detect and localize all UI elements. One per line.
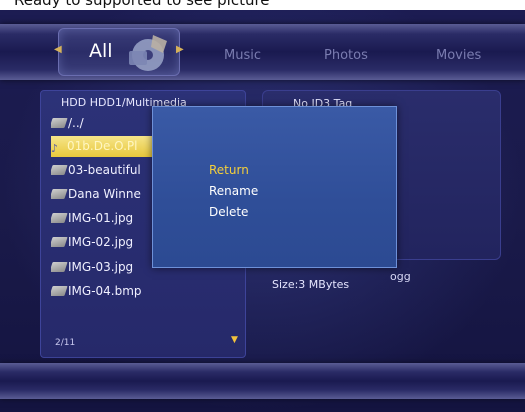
menu-item-return[interactable]: Return <box>209 163 249 177</box>
list-item-label: 01b.De.O.Pl <box>67 139 138 153</box>
file-size-text: Size:3 MBytes <box>272 278 350 291</box>
tab-left-arrow-icon[interactable]: ◀ <box>54 44 62 55</box>
media-player-screen: All ◀ ▶ Music Photos Movies HDD HDD1/Mul… <box>0 10 525 412</box>
bottom-bar <box>0 363 525 399</box>
music-note-icon: ♪ <box>51 142 59 155</box>
tab-photos[interactable]: Photos <box>324 48 368 63</box>
menu-item-delete[interactable]: Delete <box>209 205 248 219</box>
menu-item-rename[interactable]: Rename <box>209 184 258 198</box>
tab-all[interactable]: All <box>58 28 180 76</box>
list-item[interactable]: IMG-04.bmp <box>51 281 237 302</box>
folder-icon <box>51 286 68 296</box>
folder-icon <box>51 213 68 223</box>
media-disc-icon <box>129 35 167 71</box>
folder-icon <box>51 189 68 199</box>
tab-music[interactable]: Music <box>224 48 261 63</box>
tab-movies[interactable]: Movies <box>436 48 481 63</box>
list-item-label: IMG-03.jpg <box>68 260 134 274</box>
folder-icon <box>51 237 68 247</box>
tab-right-arrow-icon[interactable]: ▶ <box>176 44 184 55</box>
list-item-label: IMG-01.jpg <box>68 211 134 225</box>
list-item-label: 03-beautiful <box>68 163 141 177</box>
folder-icon <box>51 165 68 175</box>
top-caption: Ready to supported to see picture <box>14 0 270 9</box>
category-tab-bar: All ◀ ▶ Music Photos Movies <box>0 24 525 80</box>
file-extension-text: ogg <box>390 270 411 283</box>
tab-all-label: All <box>89 40 113 62</box>
list-item-label: IMG-02.jpg <box>68 235 134 249</box>
list-item-label: IMG-04.bmp <box>68 284 142 298</box>
scroll-down-icon[interactable]: ▼ <box>231 335 238 345</box>
list-item-label: /../ <box>68 116 84 130</box>
folder-icon <box>51 262 68 272</box>
folder-icon <box>51 118 68 128</box>
file-options-popup: Return Rename Delete <box>152 106 397 268</box>
page-indicator: 2/11 <box>55 338 76 348</box>
list-item-label: Dana Winne <box>68 187 141 201</box>
